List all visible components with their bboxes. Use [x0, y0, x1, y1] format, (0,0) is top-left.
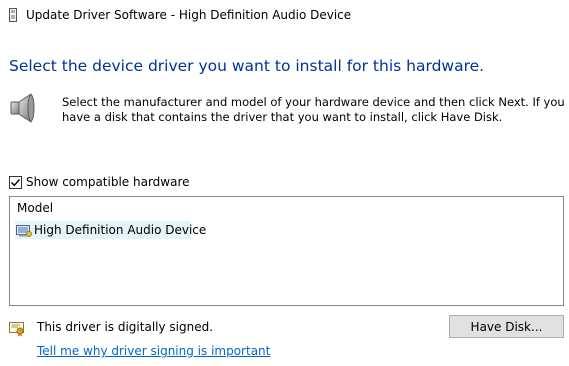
page-heading: Select the device driver you want to ins…	[9, 57, 485, 75]
model-column-header: Model	[17, 201, 54, 215]
checkmark-icon	[11, 179, 21, 187]
model-item-label[interactable]: High Definition Audio Device	[34, 223, 206, 237]
speaker-icon	[9, 92, 39, 124]
show-compatible-checkbox[interactable]	[9, 176, 22, 189]
driver-signing-link[interactable]: Tell me why driver signing is important	[37, 344, 270, 358]
device-icon	[9, 8, 17, 22]
instructions-text: Select the manufacturer and model of you…	[62, 95, 565, 124]
sound-device-icon	[16, 223, 32, 238]
signed-status-text: This driver is digitally signed.	[37, 320, 214, 334]
window-title: Update Driver Software - High Definition…	[26, 8, 352, 22]
have-disk-button[interactable]: Have Disk...	[449, 315, 564, 338]
certificate-icon	[9, 321, 25, 337]
show-compatible-label[interactable]: Show compatible hardware	[26, 175, 190, 189]
model-list[interactable]	[9, 196, 564, 306]
